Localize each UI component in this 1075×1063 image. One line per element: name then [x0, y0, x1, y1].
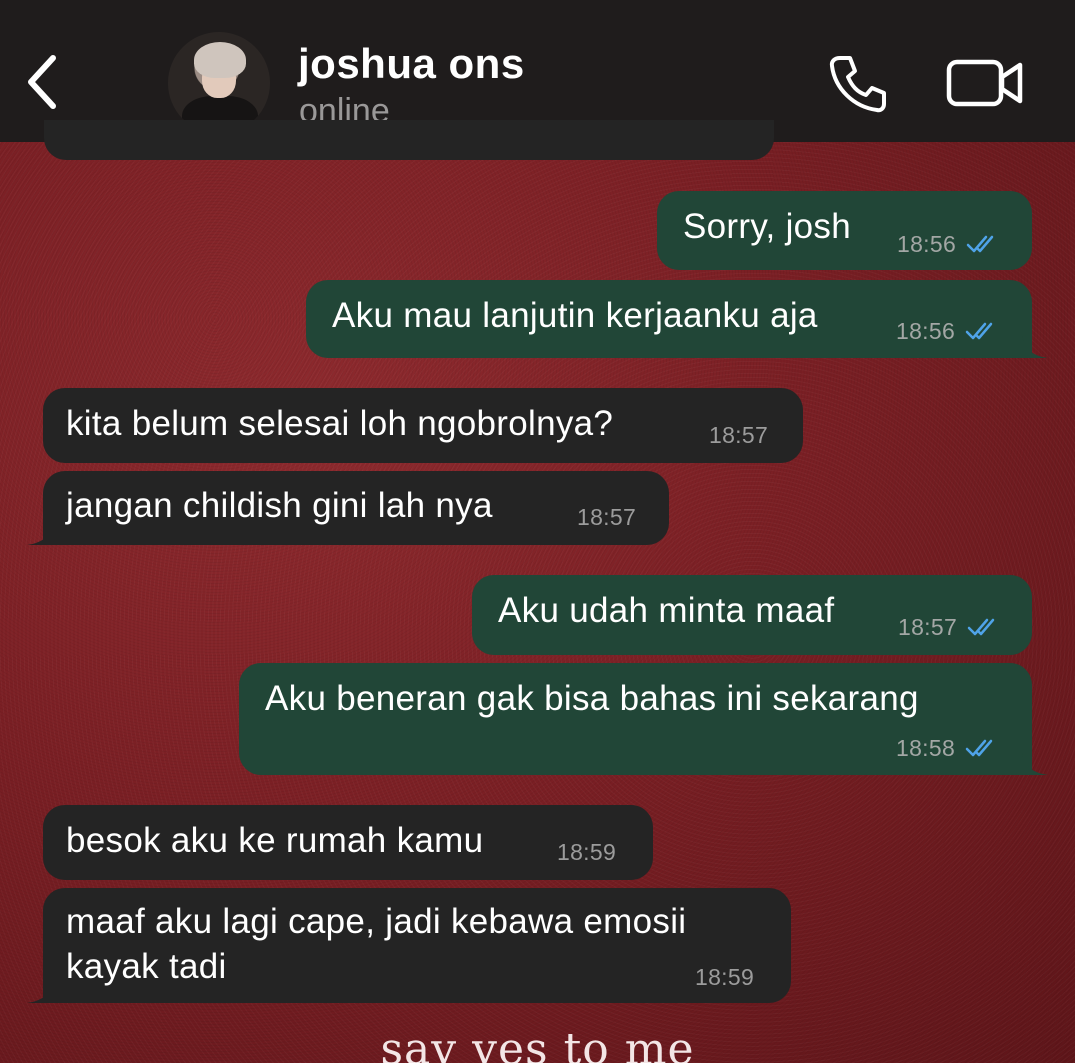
message-time: 18:57 [898, 614, 958, 640]
message-text: Aku udah minta maaf [498, 591, 835, 630]
bubble-tail [1022, 753, 1048, 775]
message-outgoing[interactable]: Aku mau lanjutin kerjaanku aja 18:56 [306, 280, 1048, 358]
message-text-line-2: kayak tadi [66, 947, 227, 986]
message-outgoing[interactable]: Aku udah minta maaf 18:57 [472, 575, 1032, 655]
double-check-icon [965, 322, 993, 340]
message-meta: 18:56 [897, 231, 1000, 257]
message-time: 18:56 [897, 231, 957, 257]
message-time: 18:57 [709, 422, 769, 448]
video-call-button[interactable] [946, 56, 1024, 110]
message-meta: 18:57 [898, 614, 1001, 640]
message-time: 18:56 [896, 318, 956, 344]
message-bubble-cutoff [44, 120, 774, 160]
message-incoming[interactable]: maaf aku lagi cape, jadi kebawa emosii k… [27, 888, 791, 1003]
message-meta: 18:59 [557, 839, 616, 865]
message-outgoing[interactable]: Sorry, josh 18:56 [657, 191, 1032, 270]
bubble-tail [27, 523, 53, 545]
message-meta: 18:58 [896, 735, 999, 761]
bubble-tail [1022, 336, 1048, 358]
message-text: Aku beneran gak bisa bahas ini sekarang [265, 679, 919, 718]
message-meta: 18:57 [709, 422, 768, 448]
message-text: jangan childish gini lah nya [66, 486, 493, 525]
back-button[interactable] [22, 52, 62, 112]
video-camera-icon [946, 59, 1023, 107]
avatar[interactable] [168, 32, 270, 134]
chevron-left-icon [28, 55, 56, 109]
message-time: 18:57 [577, 504, 637, 530]
message-time: 18:58 [896, 735, 956, 761]
message-incoming[interactable]: kita belum selesai loh ngobrolnya? 18:57 [43, 388, 803, 463]
double-check-icon [966, 235, 994, 253]
message-text: Sorry, josh [683, 207, 851, 246]
wallpaper-caption: say yes to me [380, 1024, 695, 1063]
double-check-icon [965, 739, 993, 757]
phone-icon [829, 56, 886, 113]
message-text: kita belum selesai loh ngobrolnya? [66, 404, 614, 443]
message-time: 18:59 [695, 964, 755, 990]
message-text: besok aku ke rumah kamu [66, 821, 484, 860]
message-meta: 18:57 [577, 504, 636, 530]
message-text: Aku mau lanjutin kerjaanku aja [332, 296, 818, 335]
message-meta: 18:59 [695, 964, 754, 990]
message-incoming[interactable]: jangan childish gini lah nya 18:57 [27, 471, 669, 545]
contact-name[interactable]: joshua ons [298, 40, 525, 88]
message-meta: 18:56 [896, 318, 999, 344]
bubble-tail [27, 981, 53, 1003]
message-incoming[interactable]: besok aku ke rumah kamu 18:59 [43, 805, 653, 880]
double-check-icon [967, 618, 995, 636]
message-outgoing[interactable]: Aku beneran gak bisa bahas ini sekarang … [239, 663, 1048, 775]
message-text-line-1: maaf aku lagi cape, jadi kebawa emosii [66, 902, 687, 941]
voice-call-button[interactable] [826, 52, 890, 116]
message-time: 18:59 [557, 839, 617, 865]
